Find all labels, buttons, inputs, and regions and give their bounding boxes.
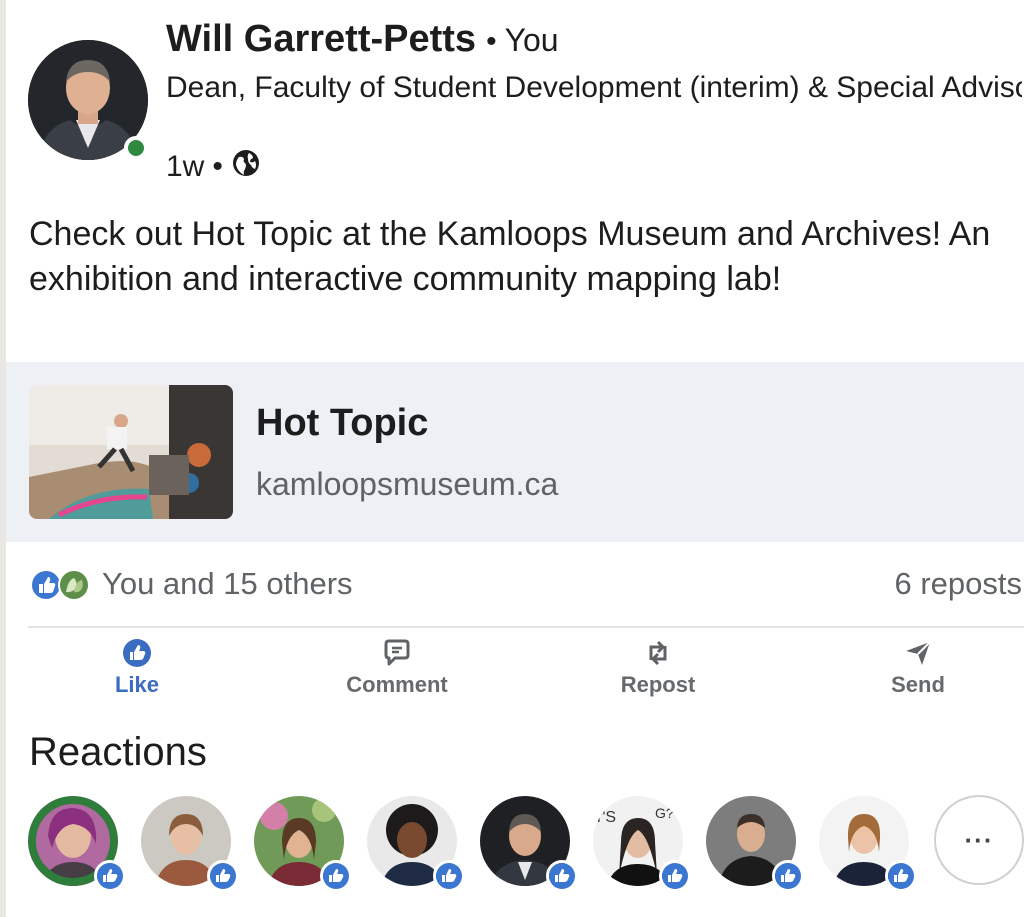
author-line: Will Garrett-Petts • You — [166, 18, 559, 61]
repost-icon — [649, 640, 667, 666]
like-badge-icon — [659, 860, 691, 892]
author-name[interactable]: Will Garrett-Petts — [166, 18, 476, 60]
post-meta: 1w • — [166, 148, 261, 186]
like-button[interactable]: Like — [57, 638, 217, 698]
reposts-count[interactable]: 6 reposts — [894, 566, 1022, 602]
svg-text:r'S: r'S — [597, 809, 616, 826]
author-separator: • — [486, 25, 497, 58]
like-badge-icon — [320, 860, 352, 892]
like-badge-icon — [546, 860, 578, 892]
link-preview-card[interactable]: Hot Topic kamloopsmuseum.ca — [6, 362, 1024, 542]
like-badge-icon — [94, 860, 126, 892]
comment-label: Comment — [346, 672, 448, 697]
link-thumbnail — [29, 385, 233, 519]
send-button[interactable]: Send — [838, 638, 998, 698]
reactions-heading: Reactions — [29, 730, 207, 774]
like-badge-icon — [885, 860, 917, 892]
post-text: Check out Hot Topic at the Kamloops Muse… — [29, 215, 991, 298]
like-badge-icon — [207, 860, 239, 892]
comment-button[interactable]: Comment — [317, 638, 477, 698]
link-domain: kamloopsmuseum.ca — [256, 466, 559, 502]
like-badge-icon — [772, 860, 804, 892]
globe-icon — [231, 148, 261, 186]
celebrate-reaction-icon — [58, 569, 90, 601]
svg-text:G?: G? — [655, 805, 674, 821]
link-title: Hot Topic — [256, 402, 429, 444]
comment-icon — [384, 639, 410, 666]
send-label: Send — [891, 672, 945, 697]
meta-separator: • — [212, 150, 223, 183]
like-reaction-icon — [30, 569, 62, 601]
post-time: 1w — [166, 150, 205, 183]
like-badge-icon — [433, 860, 465, 892]
relationship-label: You — [504, 22, 559, 58]
repost-button[interactable]: Repost — [578, 638, 738, 698]
more-reactions-button[interactable]: ··· — [934, 795, 1024, 885]
like-label: Like — [114, 672, 160, 697]
actions-divider — [28, 626, 1024, 628]
author-headline: Dean, Faculty of Student Development (in… — [166, 71, 1022, 104]
reaction-type-icons[interactable] — [30, 568, 94, 602]
like-icon — [123, 639, 151, 667]
send-icon — [906, 641, 931, 665]
repost-label: Repost — [620, 672, 696, 697]
online-status-dot — [124, 136, 148, 160]
reactions-summary[interactable]: You and 15 others — [102, 566, 353, 602]
